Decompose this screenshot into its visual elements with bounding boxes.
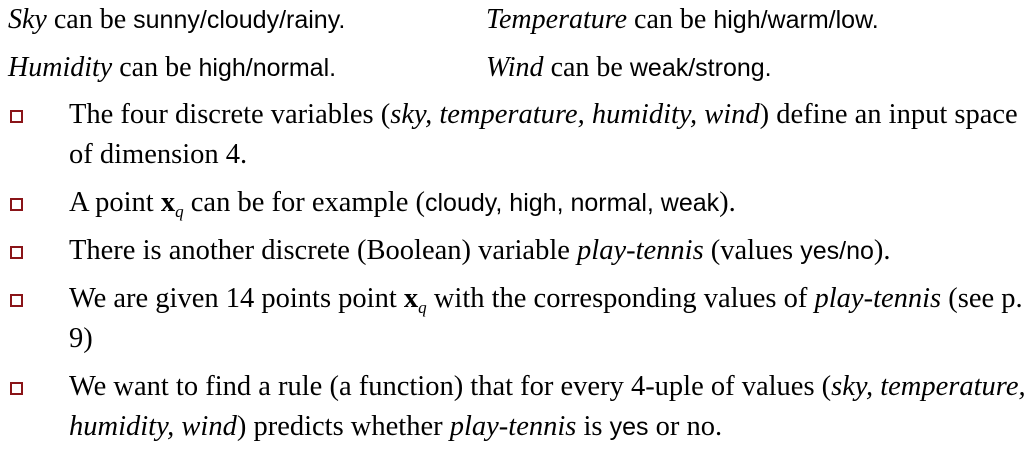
- wind-end: .: [764, 54, 772, 82]
- hollow-square-bullet-icon: [10, 110, 23, 123]
- definition-humidity: Humidity can be high/normal.: [8, 50, 486, 86]
- humidity-text: can be: [112, 52, 199, 83]
- sky-values: sunny/cloudy/rainy: [133, 6, 339, 34]
- definition-sky: Sky can be sunny/cloudy/rainy.: [8, 2, 486, 38]
- b3-mid: (values: [703, 235, 801, 266]
- bullet-list: The four discrete variables (sky, temper…: [8, 95, 1026, 447]
- b2-mid: can be for example (: [183, 187, 425, 218]
- b4-point-subscript: q: [418, 298, 427, 317]
- b2-point-subscript: q: [175, 202, 184, 221]
- b4-mid: with the corresponding values of: [426, 283, 815, 314]
- b3-line: There is another discrete (Boolean) vari…: [69, 235, 891, 266]
- b3-post: ).: [873, 235, 891, 266]
- definition-temperature: Temperature can be high/warm/low.: [486, 2, 1006, 38]
- hollow-square-bullet-icon: [10, 294, 23, 307]
- hollow-square-bullet-icon: [10, 198, 23, 211]
- temperature-end: .: [871, 6, 879, 34]
- sky-end: .: [338, 6, 346, 34]
- wind-term: Wind: [486, 52, 544, 83]
- hollow-square-bullet-icon: [10, 382, 23, 395]
- wind-text: can be: [543, 52, 630, 83]
- temperature-text: can be: [627, 4, 714, 35]
- sky-text: can be: [46, 4, 134, 35]
- bullet-item-3: There is another discrete (Boolean) vari…: [8, 231, 1026, 271]
- humidity-values: high/normal: [198, 54, 330, 82]
- b3-pre: There is another discrete (Boolean) vari…: [69, 235, 578, 266]
- bullet-item-4: We are given 14 points point xq with the…: [8, 279, 1026, 359]
- humidity-end: .: [329, 54, 337, 82]
- b1-vars: sky, temperature, humidity, wind: [390, 99, 760, 130]
- sky-term: Sky: [8, 4, 47, 35]
- b2-point-x: x: [160, 187, 176, 218]
- bullet-item-5: We want to find a rule (a function) that…: [8, 367, 1026, 447]
- b2-post: ).: [719, 187, 736, 218]
- slide: Sky can be sunny/cloudy/rainy. Temperatur…: [0, 0, 1026, 451]
- b4-var: play-tennis: [814, 283, 942, 314]
- variable-definitions: Sky can be sunny/cloudy/rainy. Temperatur…: [8, 2, 1026, 98]
- b5-or-no: or no.: [648, 411, 723, 442]
- bullet-item-2: A point xq can be for example (cloudy, h…: [8, 183, 1026, 223]
- definition-row-2: Humidity can be high/normal. Wind can be …: [8, 50, 1026, 98]
- temperature-term: Temperature: [486, 4, 628, 35]
- b3-var: play-tennis: [577, 235, 704, 266]
- b3-values: yes/no: [800, 237, 874, 265]
- b5-is: is: [576, 411, 610, 442]
- b1-pre: The four discrete variables (: [69, 99, 391, 130]
- bullet-item-1: The four discrete variables (sky, temper…: [8, 95, 1026, 175]
- b2-pre: A point: [69, 187, 161, 218]
- b5-mid: ) predicts whether: [236, 411, 450, 442]
- b5-var: play-tennis: [449, 411, 577, 442]
- b4-point-x: x: [403, 283, 419, 314]
- wind-values: weak/strong: [629, 54, 765, 82]
- b2-line: A point xq can be for example (cloudy, h…: [69, 187, 736, 221]
- b5-yes: yes: [609, 413, 649, 441]
- hollow-square-bullet-icon: [10, 246, 23, 259]
- definition-row-1: Sky can be sunny/cloudy/rainy. Temperatur…: [8, 2, 1026, 50]
- b4-pre: We are given 14 points point: [69, 283, 404, 314]
- b2-example: cloudy, high, normal, weak: [425, 189, 720, 217]
- temperature-values: high/warm/low: [713, 6, 872, 34]
- b5-pre: We want to find a rule (a function) that…: [69, 371, 832, 402]
- humidity-term: Humidity: [8, 52, 113, 83]
- definition-wind: Wind can be weak/strong.: [486, 50, 1006, 86]
